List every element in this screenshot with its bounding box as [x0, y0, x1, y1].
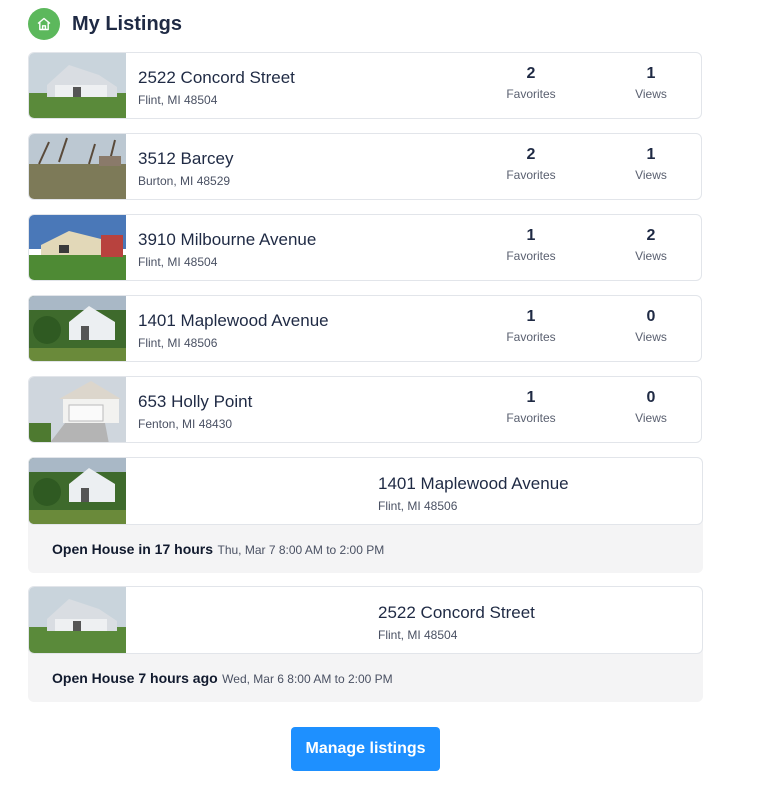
favorites-label: Favorites: [506, 330, 556, 344]
favorites-count: 1: [526, 308, 536, 325]
listing-city: Fenton, MI 48430: [138, 417, 233, 431]
listing-card[interactable]: 653 Holly Point Fenton, MI 48430 1 Favor…: [28, 376, 702, 443]
listing-address[interactable]: 653 Holly Point: [138, 392, 252, 412]
favorites-stat: 1 Favorites: [491, 389, 571, 425]
manage-listings-button[interactable]: Manage listings: [291, 727, 440, 771]
favorites-label: Favorites: [506, 168, 556, 182]
listing-photo: [29, 53, 126, 118]
views-count: 2: [646, 227, 656, 244]
listing-city: Flint, MI 48506: [138, 336, 218, 350]
views-label: Views: [635, 249, 667, 263]
favorites-label: Favorites: [506, 87, 556, 101]
views-count: 0: [646, 308, 656, 325]
views-stat: 1 Views: [611, 65, 691, 101]
open-house-time: Wed, Mar 6 8:00 AM to 2:00 PM: [222, 672, 393, 686]
views-count: 1: [646, 146, 656, 163]
listing-photo: [29, 587, 126, 653]
views-label: Views: [635, 87, 667, 101]
favorites-label: Favorites: [506, 411, 556, 425]
listing-address[interactable]: 3910 Milbourne Avenue: [138, 230, 316, 250]
listing-city: Flint, MI 48504: [378, 628, 458, 642]
favorites-count: 2: [526, 146, 536, 163]
listing-address[interactable]: 1401 Maplewood Avenue: [378, 474, 569, 494]
listing-card[interactable]: 3910 Milbourne Avenue Flint, MI 48504 1 …: [28, 214, 702, 281]
favorites-stat: 1 Favorites: [491, 308, 571, 344]
listing-photo: [29, 296, 126, 361]
favorites-count: 1: [526, 227, 536, 244]
views-stat: 2 Views: [611, 227, 691, 263]
views-stat: 0 Views: [611, 308, 691, 344]
listing-card[interactable]: 2522 Concord Street Flint, MI 48504 2 Fa…: [28, 52, 702, 119]
favorites-stat: 1 Favorites: [491, 227, 571, 263]
listing-city: Flint, MI 48504: [138, 93, 218, 107]
page-header: My Listings: [28, 8, 182, 40]
listing-photo: [29, 458, 126, 524]
views-count: 1: [646, 65, 656, 82]
listing-city: Flint, MI 48504: [138, 255, 218, 269]
listing-photo: [29, 215, 126, 280]
listing-city: Flint, MI 48506: [378, 499, 458, 513]
home-icon: [28, 8, 60, 40]
favorites-label: Favorites: [506, 249, 556, 263]
views-stat: 1 Views: [611, 146, 691, 182]
listing-photo: [29, 134, 126, 199]
favorites-count: 2: [526, 65, 536, 82]
views-label: Views: [635, 330, 667, 344]
views-label: Views: [635, 168, 667, 182]
open-house-time: Thu, Mar 7 8:00 AM to 2:00 PM: [217, 543, 385, 557]
favorites-count: 1: [526, 389, 536, 406]
views-label: Views: [635, 411, 667, 425]
views-count: 0: [646, 389, 656, 406]
open-house-listing[interactable]: 1401 Maplewood Avenue Flint, MI 48506: [28, 457, 703, 525]
page-title: My Listings: [72, 12, 183, 35]
open-house-info: Open House 7 hours ago Wed, Mar 6 8:00 A…: [52, 670, 393, 688]
listing-address[interactable]: 2522 Concord Street: [138, 68, 295, 88]
favorites-stat: 2 Favorites: [491, 146, 571, 182]
open-house-listing[interactable]: 2522 Concord Street Flint, MI 48504: [28, 586, 703, 654]
listing-address[interactable]: 1401 Maplewood Avenue: [138, 311, 329, 331]
listing-address[interactable]: 3512 Barcey: [138, 149, 233, 169]
listing-address[interactable]: 2522 Concord Street: [378, 603, 535, 623]
listing-card[interactable]: 1401 Maplewood Avenue Flint, MI 48506 1 …: [28, 295, 702, 362]
listing-city: Burton, MI 48529: [138, 174, 231, 188]
open-house-info: Open House in 17 hours Thu, Mar 7 8:00 A…: [52, 541, 384, 559]
open-house-title: Open House in 17 hours: [52, 541, 214, 557]
favorites-stat: 2 Favorites: [491, 65, 571, 101]
listing-photo: [29, 377, 126, 442]
views-stat: 0 Views: [611, 389, 691, 425]
listing-card[interactable]: 3512 Barcey Burton, MI 48529 2 Favorites…: [28, 133, 702, 200]
open-house-title: Open House 7 hours ago: [52, 670, 218, 686]
